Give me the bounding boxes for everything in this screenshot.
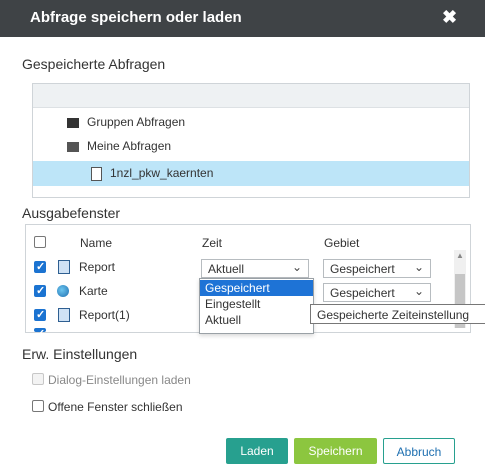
column-header-time: Zeit xyxy=(202,236,223,250)
tree-node-selected[interactable]: 1nzl_pkw_kaernten xyxy=(33,161,469,186)
close-windows-label: Offene Fenster schließen xyxy=(48,400,183,414)
globe-icon xyxy=(57,285,69,297)
load-dialog-settings-label: Dialog-Einstellungen laden xyxy=(48,373,191,387)
tree-node-meine[interactable]: Meine Abfragen xyxy=(67,139,171,153)
tree-node-label: 1nzl_pkw_kaernten xyxy=(110,166,214,180)
tree-node-label: Gruppen Abfragen xyxy=(87,115,186,129)
row-checkbox-report[interactable] xyxy=(34,260,46,273)
select-value: Aktuell xyxy=(208,262,245,276)
dropdown-option-aktuell[interactable]: Aktuell xyxy=(200,312,313,328)
dropdown-option-gespeichert[interactable]: Gespeichert xyxy=(200,280,313,296)
save-button[interactable]: Speichern xyxy=(294,438,377,464)
chevron-down-icon: ⌄ xyxy=(291,260,302,274)
close-icon[interactable]: ✖ xyxy=(442,7,457,28)
load-button[interactable]: Laden xyxy=(226,438,288,464)
output-windows-label: Ausgabefenster xyxy=(22,205,121,221)
row-name: Report xyxy=(79,260,116,274)
column-header-area: Gebiet xyxy=(324,236,360,250)
row-name: Karte xyxy=(79,284,108,298)
column-header-name: Name xyxy=(80,236,113,250)
load-dialog-settings-checkbox[interactable] xyxy=(32,373,44,385)
tree-header xyxy=(33,84,469,108)
document-icon xyxy=(91,166,102,181)
tree-node-gruppen[interactable]: Gruppen Abfragen xyxy=(67,115,185,129)
chevron-down-icon: ⌄ xyxy=(413,260,424,274)
row-checkbox-karte[interactable] xyxy=(34,284,46,297)
row-checkbox-report-1[interactable] xyxy=(34,308,46,321)
row-name: Report(1) xyxy=(79,308,130,322)
tree-node-query[interactable]: 1nzl_pkw_kaernten xyxy=(91,166,213,181)
area-select-karte[interactable]: Gespeichert ⌄ xyxy=(323,283,431,302)
select-value: Gespeichert xyxy=(330,286,395,300)
dialog-title-bar: Abfrage speichern oder laden ✖ xyxy=(0,0,485,37)
cancel-button[interactable]: Abbruch xyxy=(383,438,455,464)
time-dropdown-menu: Gespeichert Eingestellt Aktuell xyxy=(199,278,314,334)
saved-queries-tree: Gruppen Abfragen Meine Abfragen 1nzl_pkw… xyxy=(32,83,470,198)
chevron-down-icon: ⌄ xyxy=(413,284,424,298)
report-icon xyxy=(58,260,70,274)
saved-queries-label: Gespeicherte Abfragen xyxy=(22,56,166,72)
dropdown-option-eingestellt[interactable]: Eingestellt xyxy=(200,296,313,312)
tree-node-label: Meine Abfragen xyxy=(87,139,172,153)
folder-open-icon xyxy=(67,141,79,152)
folder-icon xyxy=(67,117,79,128)
time-select-report[interactable]: Aktuell ⌄ xyxy=(201,259,309,278)
select-value: Gespeichert xyxy=(330,262,395,276)
close-windows-checkbox[interactable] xyxy=(32,400,44,412)
area-select-report[interactable]: Gespeichert ⌄ xyxy=(323,259,431,278)
report-icon xyxy=(58,308,70,322)
tooltip: Gespeicherte Zeiteinstellung xyxy=(310,304,485,324)
select-all-checkbox[interactable] xyxy=(34,236,46,248)
row-checkbox-partial[interactable] xyxy=(34,327,46,340)
scroll-up-icon[interactable]: ▲ xyxy=(456,251,464,260)
dialog-title: Abfrage speichern oder laden xyxy=(30,9,242,26)
advanced-settings-label: Erw. Einstellungen xyxy=(22,346,138,362)
